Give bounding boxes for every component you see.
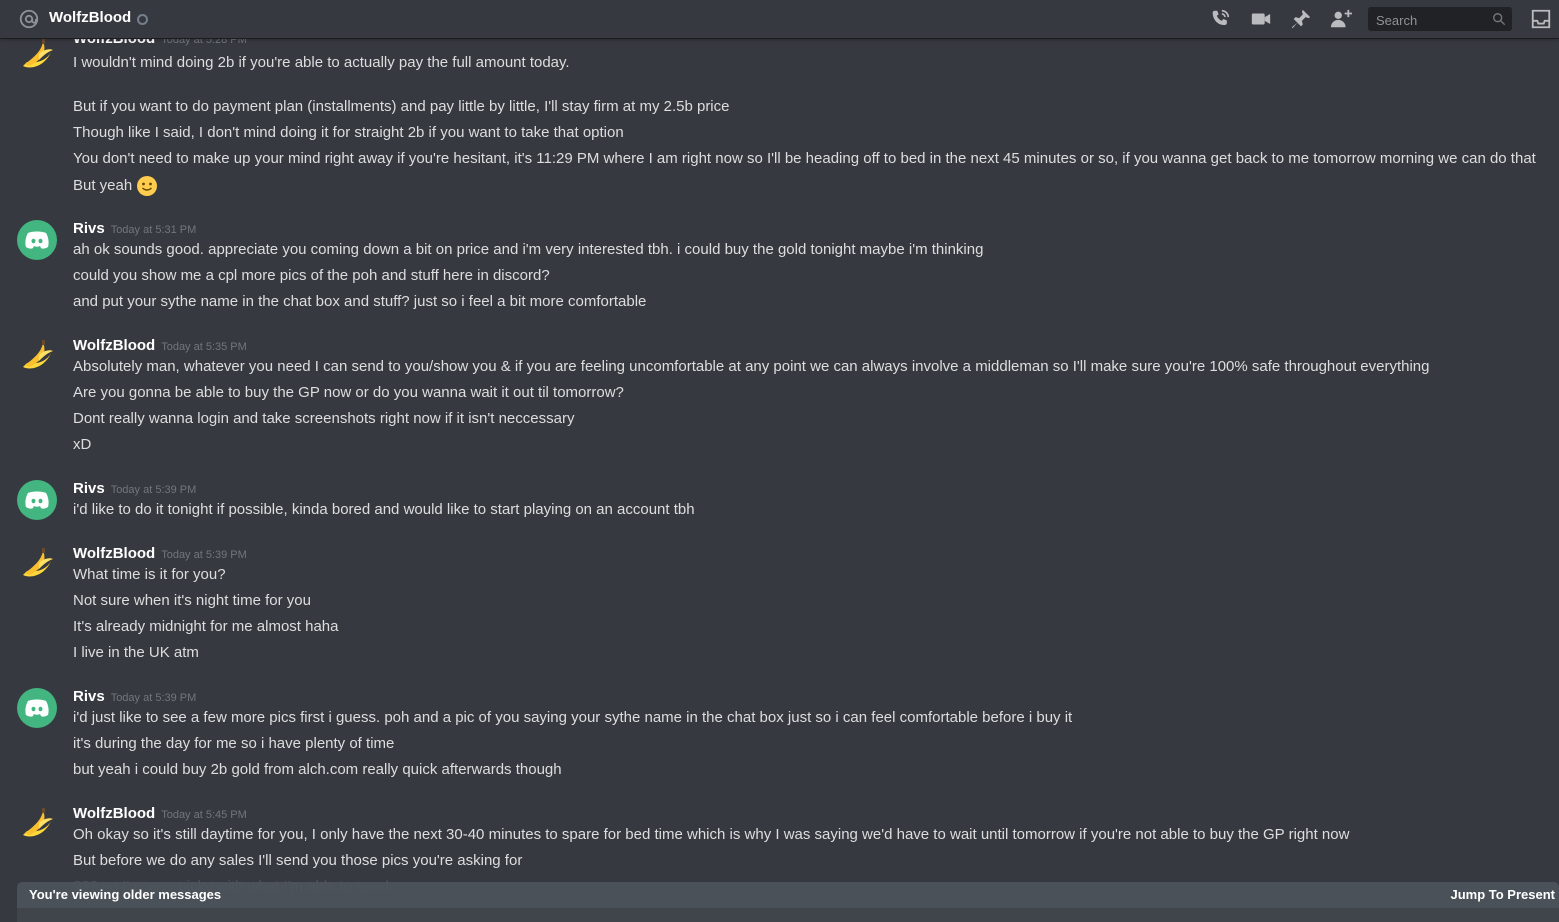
message-author[interactable]: Rivs Today at 5:31 PM <box>73 220 196 237</box>
message-text: but yeah i could buy 2b gold from alch.c… <box>73 761 562 778</box>
message-timestamp: Today at 5:39 PM <box>161 549 247 561</box>
message-author[interactable]: WolfzBlood Today at 5:35 PM <box>73 337 247 354</box>
pin-icon[interactable] <box>1290 8 1312 30</box>
message-timestamp: Today at 5:35 PM <box>161 341 247 353</box>
search-icon <box>1493 13 1506 26</box>
message-text: You don't need to make up your mind righ… <box>73 150 1536 167</box>
status-indicator <box>137 14 148 25</box>
message-text: Are you gonna be able to buy the GP now … <box>73 384 624 401</box>
call-icon[interactable] <box>1209 8 1231 30</box>
at-sign-icon <box>19 9 39 29</box>
channel-name: WolfzBlood <box>49 9 132 26</box>
message-timestamp: Today at 5:39 PM <box>110 484 197 496</box>
message-text: Though like I said, I don't mind doing i… <box>73 124 624 141</box>
message-text: But before we do any sales I'll send you… <box>73 852 523 869</box>
message-author[interactable]: WolfzBlood Today at 5:39 PM <box>73 545 247 562</box>
banana-avatar[interactable] <box>17 337 57 377</box>
message-author[interactable]: Rivs Today at 5:39 PM <box>73 480 196 497</box>
message-text: Absolutely man, whatever you need I can … <box>73 358 1430 375</box>
banana-avatar[interactable] <box>17 545 57 585</box>
message-text: Oh okay so it's still daytime for you, I… <box>73 826 1350 843</box>
discord-logo-icon <box>25 491 49 509</box>
message-text: It's already midnight for me almost haha <box>73 618 339 635</box>
message-text: could you show me a cpl more pics of the… <box>73 267 550 284</box>
discord-default-avatar[interactable] <box>17 220 57 260</box>
discord-default-avatar[interactable] <box>17 480 57 520</box>
search-box[interactable] <box>1368 7 1512 31</box>
message-text: But yeah <box>73 175 158 197</box>
message-author[interactable]: Rivs Today at 5:39 PM <box>73 688 196 705</box>
channel-header: WolfzBlood <box>0 0 1559 38</box>
message-text: I live in the UK atm <box>73 644 199 661</box>
discord-default-avatar[interactable] <box>17 688 57 728</box>
message-text: and put your sythe name in the chat box … <box>73 293 647 310</box>
message-timestamp: Today at 5:45 PM <box>161 809 247 821</box>
video-call-icon[interactable] <box>1250 8 1272 30</box>
message-text: What time is it for you? <box>73 566 226 583</box>
message-list: WolfzBlood Today at 5:28 PM I wouldn't mi… <box>0 0 1559 922</box>
message-text: ah ok sounds good. appreciate you coming… <box>73 241 984 258</box>
message-input-strip[interactable] <box>17 908 1559 922</box>
message-text: Dont really wanna login and take screens… <box>73 410 575 427</box>
message-text: But if you want to do payment plan (inst… <box>73 98 730 115</box>
jump-to-present-button[interactable]: Jump To Present <box>1450 887 1555 902</box>
message-timestamp: Today at 5:39 PM <box>110 692 197 704</box>
banana-avatar[interactable] <box>17 805 57 845</box>
older-messages-bar: You're viewing older messages Jump To Pr… <box>17 882 1559 908</box>
older-messages-label: You're viewing older messages <box>29 887 222 902</box>
message-text: i'd just like to see a few more pics fir… <box>73 709 1073 726</box>
discord-logo-icon <box>25 231 49 249</box>
message-text: it's during the day for me so i have ple… <box>73 735 395 752</box>
add-friend-icon[interactable] <box>1330 8 1352 30</box>
message-author[interactable]: WolfzBlood Today at 5:45 PM <box>73 805 247 822</box>
discord-logo-icon <box>25 699 49 717</box>
banana-avatar[interactable] <box>17 36 57 76</box>
slight-smile-emoji-icon <box>137 176 158 196</box>
message-text: xD <box>73 436 92 453</box>
message-text: i'd like to do it tonight if possible, k… <box>73 501 695 518</box>
search-input[interactable] <box>1374 10 1490 30</box>
message-timestamp: Today at 5:31 PM <box>110 224 197 236</box>
message-text: Not sure when it's night time for you <box>73 592 311 609</box>
inbox-icon[interactable] <box>1530 8 1552 30</box>
message-text: I wouldn't mind doing 2b if you're able … <box>73 54 570 71</box>
